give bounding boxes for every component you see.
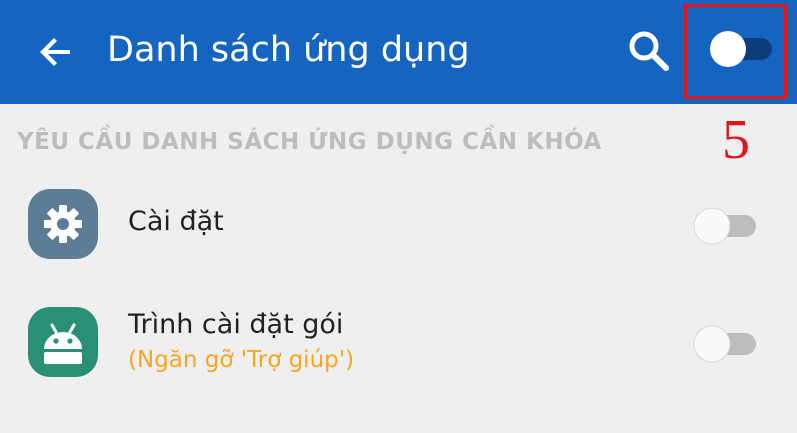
step-number-label: 5 — [722, 109, 750, 171]
list-item-settings[interactable]: Cài đặt — [0, 180, 797, 270]
page-title: Danh sách ứng dụng — [107, 30, 470, 70]
package-installer-app-icon — [28, 307, 98, 377]
toggle-switch-icon — [693, 325, 756, 363]
app-name: Trình cài đặt gói — [128, 309, 344, 340]
list-item-package-installer[interactable]: Trình cài đặt gói (Ngăn gỡ 'Trợ giúp') — [0, 295, 797, 400]
lock-toggle-settings[interactable] — [690, 205, 760, 245]
app-bar: Danh sách ứng dụng — [0, 0, 797, 104]
arrow-back-icon — [40, 38, 70, 66]
search-icon — [629, 31, 669, 71]
gear-icon — [44, 205, 82, 243]
section-header: YÊU CẦU DANH SÁCH ỨNG DỤNG CẦN KHÓA — [17, 129, 602, 155]
highlight-box — [684, 4, 787, 99]
android-icon — [44, 323, 82, 364]
settings-app-icon — [28, 189, 98, 259]
search-button[interactable] — [624, 26, 674, 76]
lock-toggle-package-installer[interactable] — [690, 323, 760, 363]
back-button[interactable] — [32, 28, 80, 76]
app-name: Cài đặt — [128, 206, 224, 237]
toggle-switch-icon — [693, 207, 756, 245]
app-subtitle: (Ngăn gỡ 'Trợ giúp') — [128, 347, 355, 373]
